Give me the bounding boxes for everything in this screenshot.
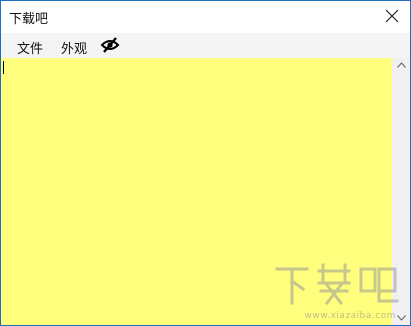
chevron-up-icon [396,62,406,68]
menu-file[interactable]: 文件 [17,38,43,57]
scroll-down-button[interactable] [392,311,410,325]
menu-bar: 文件 外观 [1,33,410,58]
text-caret [3,61,4,74]
note-text-area[interactable] [1,58,392,325]
chevron-down-icon [396,315,406,321]
vertical-scrollbar[interactable] [392,58,410,325]
window-title: 下载吧 [9,12,49,27]
close-button[interactable] [374,1,410,31]
close-icon [385,9,399,23]
app-window: 下载吧 文件 外观 www.xiazaiba.com [0,0,411,326]
visibility-toggle-button[interactable] [100,36,120,54]
menu-appearance[interactable]: 外观 [61,38,87,57]
scroll-up-button[interactable] [392,58,410,72]
eye-slash-icon [100,37,120,53]
title-bar: 下载吧 [1,1,410,31]
